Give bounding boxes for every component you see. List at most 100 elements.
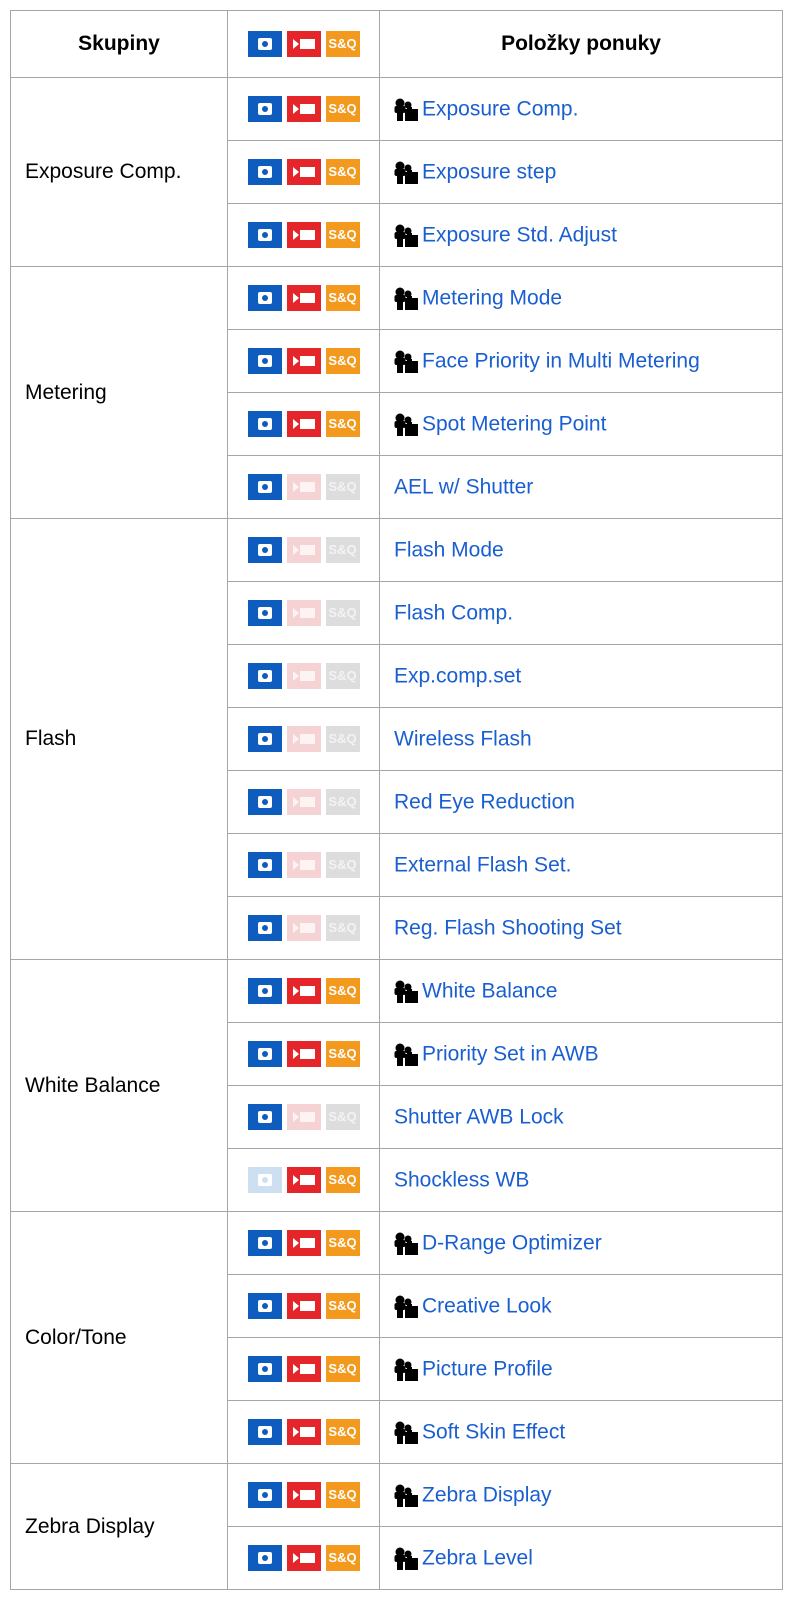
mode-availability: S&Q [227,1400,380,1464]
mode-availability: S&Q [227,1148,380,1212]
menu-item-cell: Red Eye Reduction [379,770,783,834]
menu-item-cell: Reg. Flash Shooting Set [379,896,783,960]
camera-setting-icon [394,350,418,374]
movie-mode-icon [286,348,321,374]
camera-setting-icon [394,287,418,311]
menu-item-link[interactable]: Exposure Comp. [422,97,578,120]
menu-item-link[interactable]: Exp.comp.set [394,664,521,687]
menu-item-cell: Priority Set in AWB [379,1022,783,1086]
menu-item-link[interactable]: Shutter AWB Lock [394,1105,564,1128]
movie-mode-icon [286,285,321,311]
movie-mode-icon [286,915,321,941]
photo-mode-icon [247,1041,282,1067]
table-row: Flash S&Q Flash Mode [10,518,783,960]
group-name: Exposure Comp. [10,77,228,267]
menu-item-link[interactable]: D-Range Optimizer [422,1231,602,1254]
menu-item-link[interactable]: Flash Mode [394,538,504,561]
sq-mode-icon: S&Q [325,1419,360,1445]
menu-item-cell: Exposure Comp. [379,77,783,141]
photo-mode-icon [247,852,282,878]
movie-mode-icon [286,1293,321,1319]
mode-availability: S&Q [227,1337,380,1401]
menu-item-cell: AEL w/ Shutter [379,455,783,519]
photo-mode-icon [247,726,282,752]
menu-item-link[interactable]: Zebra Level [422,1546,533,1569]
movie-mode-icon [286,600,321,626]
menu-item-link[interactable]: Creative Look [422,1294,552,1317]
table-row: Metering S&Q Metering Mode [10,266,783,519]
mode-availability: S&Q [227,455,380,519]
table-row: Zebra Display S&Q Zebra Display [10,1463,783,1590]
mode-availability: S&Q [227,77,380,141]
photo-mode-icon [247,789,282,815]
photo-mode-icon [247,1419,282,1445]
menu-item-link[interactable]: Zebra Display [422,1483,552,1506]
menu-item-link[interactable]: Wireless Flash [394,727,532,750]
movie-mode-icon [286,159,321,185]
mode-availability: S&Q [227,770,380,834]
modes-column-header: S&Q [227,10,380,78]
sq-mode-icon: S&Q [325,411,360,437]
sq-mode-icon: S&Q [325,1293,360,1319]
sq-mode-icon: S&Q [325,1230,360,1256]
menu-item-link[interactable]: Soft Skin Effect [422,1420,565,1443]
photo-mode-icon [247,1167,282,1193]
movie-mode-icon [286,222,321,248]
mode-availability: S&Q [227,392,380,456]
menu-item-link[interactable]: Priority Set in AWB [422,1042,599,1065]
menu-item-link[interactable]: Reg. Flash Shooting Set [394,916,622,939]
menu-item-link[interactable]: AEL w/ Shutter [394,475,533,498]
menu-item-cell: Exposure step [379,140,783,204]
menu-item-link[interactable]: Face Priority in Multi Metering [422,349,700,372]
menu-item-link[interactable]: Red Eye Reduction [394,790,575,813]
table-row: Exposure Comp. S&Q Exposure Comp. [10,77,783,267]
movie-mode-icon [286,1356,321,1382]
mode-availability: S&Q [227,1022,380,1086]
menu-item-cell: D-Range Optimizer [379,1211,783,1275]
menu-item-link[interactable]: White Balance [422,979,557,1002]
menu-item-cell: White Balance [379,959,783,1023]
menu-item-link[interactable]: Flash Comp. [394,601,513,624]
menu-item-cell: Wireless Flash [379,707,783,771]
menu-item-link[interactable]: Spot Metering Point [422,412,606,435]
menu-item-link[interactable]: External Flash Set. [394,853,571,876]
menu-item-cell: Shockless WB [379,1148,783,1212]
menu-item-cell: Flash Comp. [379,581,783,645]
group-name: Zebra Display [10,1463,228,1590]
camera-setting-icon [394,1043,418,1067]
mode-availability: S&Q [227,896,380,960]
sq-mode-icon: S&Q [325,600,360,626]
movie-mode-icon [286,537,321,563]
movie-mode-icon [286,1230,321,1256]
sq-mode-icon: S&Q [325,285,360,311]
movie-mode-icon [286,1167,321,1193]
sq-mode-icon: S&Q [325,31,360,57]
group-name: Metering [10,266,228,519]
menu-item-link[interactable]: Exposure Std. Adjust [422,223,617,246]
menu-item-link[interactable]: Picture Profile [422,1357,553,1380]
photo-mode-icon [247,663,282,689]
menu-item-cell: Picture Profile [379,1337,783,1401]
table-row: White Balance S&Q White Balance [10,959,783,1212]
sq-mode-icon: S&Q [325,1482,360,1508]
photo-mode-icon [247,222,282,248]
photo-mode-icon [247,537,282,563]
sq-mode-icon: S&Q [325,1041,360,1067]
photo-mode-icon [247,1293,282,1319]
menu-item-link[interactable]: Shockless WB [394,1168,529,1191]
menu-item-cell: Creative Look [379,1274,783,1338]
movie-mode-icon [286,978,321,1004]
mode-availability: S&Q [227,329,380,393]
menu-item-cell: External Flash Set. [379,833,783,897]
mode-availability: S&Q [227,203,380,267]
sq-mode-icon: S&Q [325,1356,360,1382]
movie-mode-icon [286,1545,321,1571]
mode-availability: S&Q [227,833,380,897]
menu-item-link[interactable]: Metering Mode [422,286,562,309]
menu-item-cell: Zebra Level [379,1526,783,1590]
sq-mode-icon: S&Q [325,1104,360,1130]
sq-mode-icon: S&Q [325,222,360,248]
menu-item-cell: Metering Mode [379,266,783,330]
menu-item-link[interactable]: Exposure step [422,160,556,183]
sq-mode-icon: S&Q [325,474,360,500]
